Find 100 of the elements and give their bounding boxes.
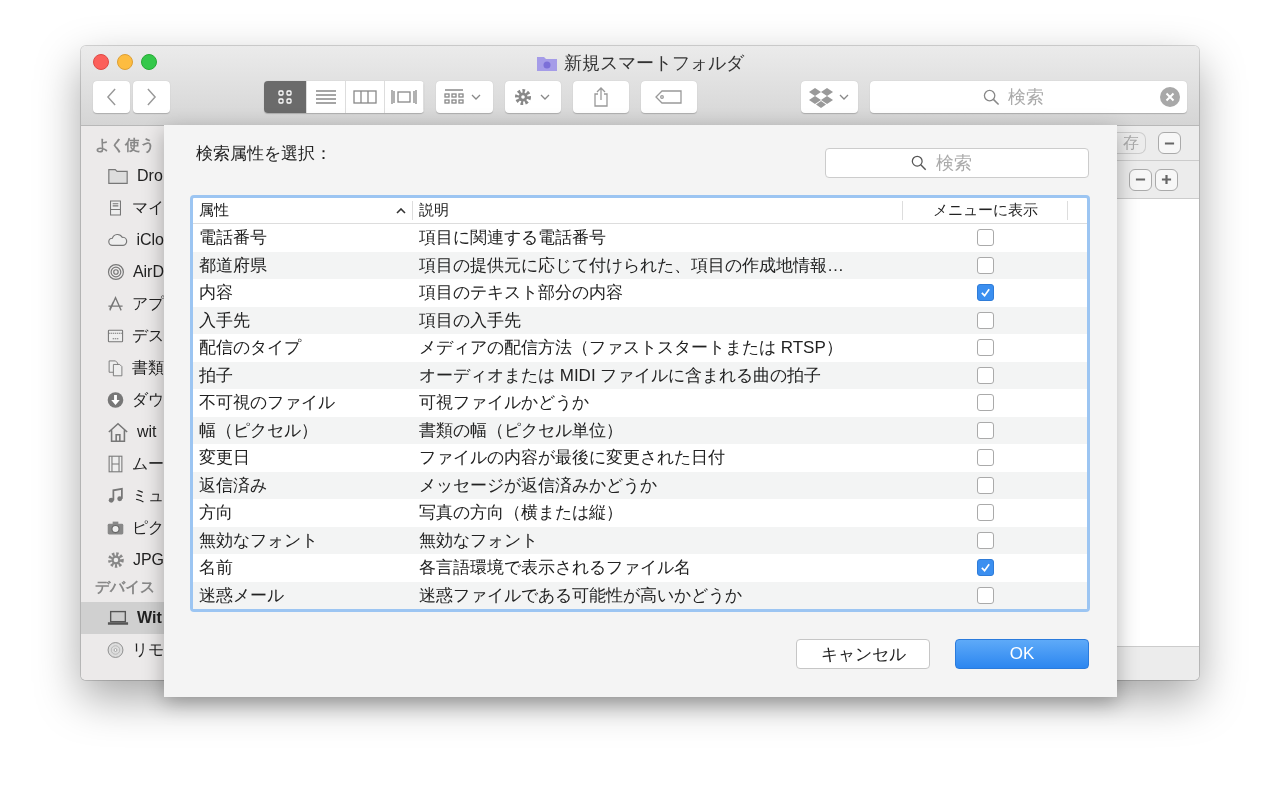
table-cell-text: 都道府県 xyxy=(198,254,268,277)
home-icon xyxy=(107,421,129,443)
sidebar-item[interactable]: AirD xyxy=(81,256,164,288)
arrange-button[interactable] xyxy=(436,81,493,113)
checkbox[interactable] xyxy=(977,311,994,329)
view-mode-button[interactable] xyxy=(346,81,386,113)
tag-button[interactable] xyxy=(641,81,697,113)
table-cell-text: 写真の方向（横または縦） xyxy=(418,502,624,525)
sidebar-item[interactable]: Dro xyxy=(81,160,164,192)
table-cell-text: 不可視のファイル xyxy=(198,392,336,415)
table-cell-text: 配信のタイプ xyxy=(198,337,303,360)
sidebar-item[interactable]: Wit xyxy=(81,602,164,634)
table-cell-text: 迷惑ファイルである可能性が高いかどうか xyxy=(418,584,743,607)
sidebar-item[interactable]: ピク xyxy=(81,512,164,544)
sidebar-item[interactable]: デス xyxy=(81,320,164,352)
airdrop-icon xyxy=(107,261,125,283)
table-cell-text: 返信済み xyxy=(198,474,268,497)
download-icon xyxy=(107,389,124,411)
checkbox[interactable] xyxy=(977,449,994,467)
column-header[interactable]: 説明 xyxy=(413,201,903,220)
table-cell-text: 項目の入手先 xyxy=(418,309,522,332)
search-field[interactable]: 検索 xyxy=(825,148,1089,178)
checkbox[interactable] xyxy=(977,504,994,522)
table-cell-text: 書類の幅（ピクセル単位） xyxy=(418,419,624,442)
table-cell-text: 項目の提供元に応じて付けられた、項目の作成地情報… xyxy=(418,254,845,277)
tray-icon xyxy=(107,197,124,219)
table-cell-text: 迷惑メール xyxy=(198,584,285,607)
smart-folder-icon xyxy=(536,54,558,72)
sidebar-item[interactable]: ムー xyxy=(81,448,164,480)
plus-icon xyxy=(1161,174,1172,185)
minimize-button[interactable] xyxy=(117,54,133,70)
table-cell-text: メッセージが返信済みかどうか xyxy=(418,474,658,497)
checkbox[interactable] xyxy=(977,284,994,302)
dropbox-button[interactable] xyxy=(801,81,858,113)
search-field[interactable]: 検索 xyxy=(870,81,1187,113)
sidebar-item[interactable]: iClo xyxy=(81,224,164,256)
table-cell-text: 無効なフォント xyxy=(198,529,319,552)
add-button[interactable] xyxy=(1155,168,1178,191)
table-cell-text: 方向 xyxy=(198,502,234,525)
view-mode-button[interactable] xyxy=(306,81,346,113)
share-button[interactable] xyxy=(573,81,629,113)
sidebar-item[interactable]: ミュ xyxy=(81,480,164,512)
view-mode-button[interactable] xyxy=(385,81,425,113)
coverflow-view-icon xyxy=(389,87,420,107)
checkbox[interactable] xyxy=(977,531,994,549)
chevron-right-icon xyxy=(146,88,157,106)
checkbox[interactable] xyxy=(977,339,994,357)
sheet-title: 検索属性を選択： xyxy=(196,142,332,165)
sidebar-item[interactable]: ダウ xyxy=(81,384,164,416)
table-cell-text: 入手先 xyxy=(198,309,251,332)
table-cell-text: 拍子 xyxy=(198,364,234,387)
action-button[interactable] xyxy=(504,81,562,113)
sidebar-item[interactable]: リモ xyxy=(81,634,164,666)
table-cell-text: 変更日 xyxy=(198,447,251,470)
search-icon xyxy=(911,155,927,171)
column-header[interactable]: 属性 xyxy=(193,201,413,220)
sidebar-item[interactable]: JPG xyxy=(81,544,164,576)
disc-icon xyxy=(107,639,124,661)
gear-icon xyxy=(107,549,125,571)
forward-button[interactable] xyxy=(133,81,170,113)
sidebar-item[interactable]: アプ xyxy=(81,288,164,320)
table-cell-text: 項目のテキスト部分の内容 xyxy=(418,282,624,305)
documents-icon xyxy=(107,357,124,379)
view-mode-button[interactable] xyxy=(264,81,307,113)
tag-icon xyxy=(654,90,683,104)
checkbox[interactable] xyxy=(977,586,994,604)
table-cell-text: 幅（ピクセル） xyxy=(198,419,319,442)
close-button[interactable] xyxy=(93,54,109,70)
table-cell-text: 無効なフォント xyxy=(418,529,539,552)
check-icon xyxy=(980,562,991,574)
checkbox[interactable] xyxy=(977,366,994,384)
checkbox[interactable] xyxy=(977,229,994,247)
chevron-left-icon xyxy=(106,88,117,106)
film-icon xyxy=(107,453,124,475)
table-cell-text: 電話番号 xyxy=(198,227,268,250)
table-cell-text: 名前 xyxy=(198,557,234,580)
search-icon xyxy=(983,89,1000,106)
remove-button[interactable] xyxy=(1158,132,1181,154)
table-cell-text: 項目に関連する電話番号 xyxy=(418,227,607,250)
remove-button[interactable] xyxy=(1129,168,1152,191)
column-header[interactable]: メニューに表示 xyxy=(903,201,1068,220)
zoom-button[interactable] xyxy=(141,54,157,70)
checkbox[interactable] xyxy=(977,421,994,439)
checkbox[interactable] xyxy=(977,476,994,494)
checkbox[interactable] xyxy=(977,559,994,577)
sidebar-item[interactable]: 書類 xyxy=(81,352,164,384)
table-cell-text: メディアの配信方法（ファストスタートまたは RTSP） xyxy=(418,337,844,360)
window-title: 新規スマートフォルダ xyxy=(564,52,744,75)
sidebar-heading: よく使う xyxy=(94,135,156,155)
checkbox[interactable] xyxy=(977,256,994,274)
table-cell-text: ファイルの内容が最後に変更された日付 xyxy=(418,447,726,470)
column-view-icon xyxy=(350,87,380,107)
back-button[interactable] xyxy=(93,81,130,113)
checkbox[interactable] xyxy=(977,394,994,412)
sidebar-item[interactable]: wit xyxy=(81,416,164,448)
table-cell-text: 内容 xyxy=(198,282,234,305)
sidebar-item[interactable]: マイ xyxy=(81,192,164,224)
check-icon xyxy=(980,287,991,299)
cancel-button[interactable]: キャンセル xyxy=(796,639,930,669)
clear-icon[interactable] xyxy=(1160,87,1180,107)
